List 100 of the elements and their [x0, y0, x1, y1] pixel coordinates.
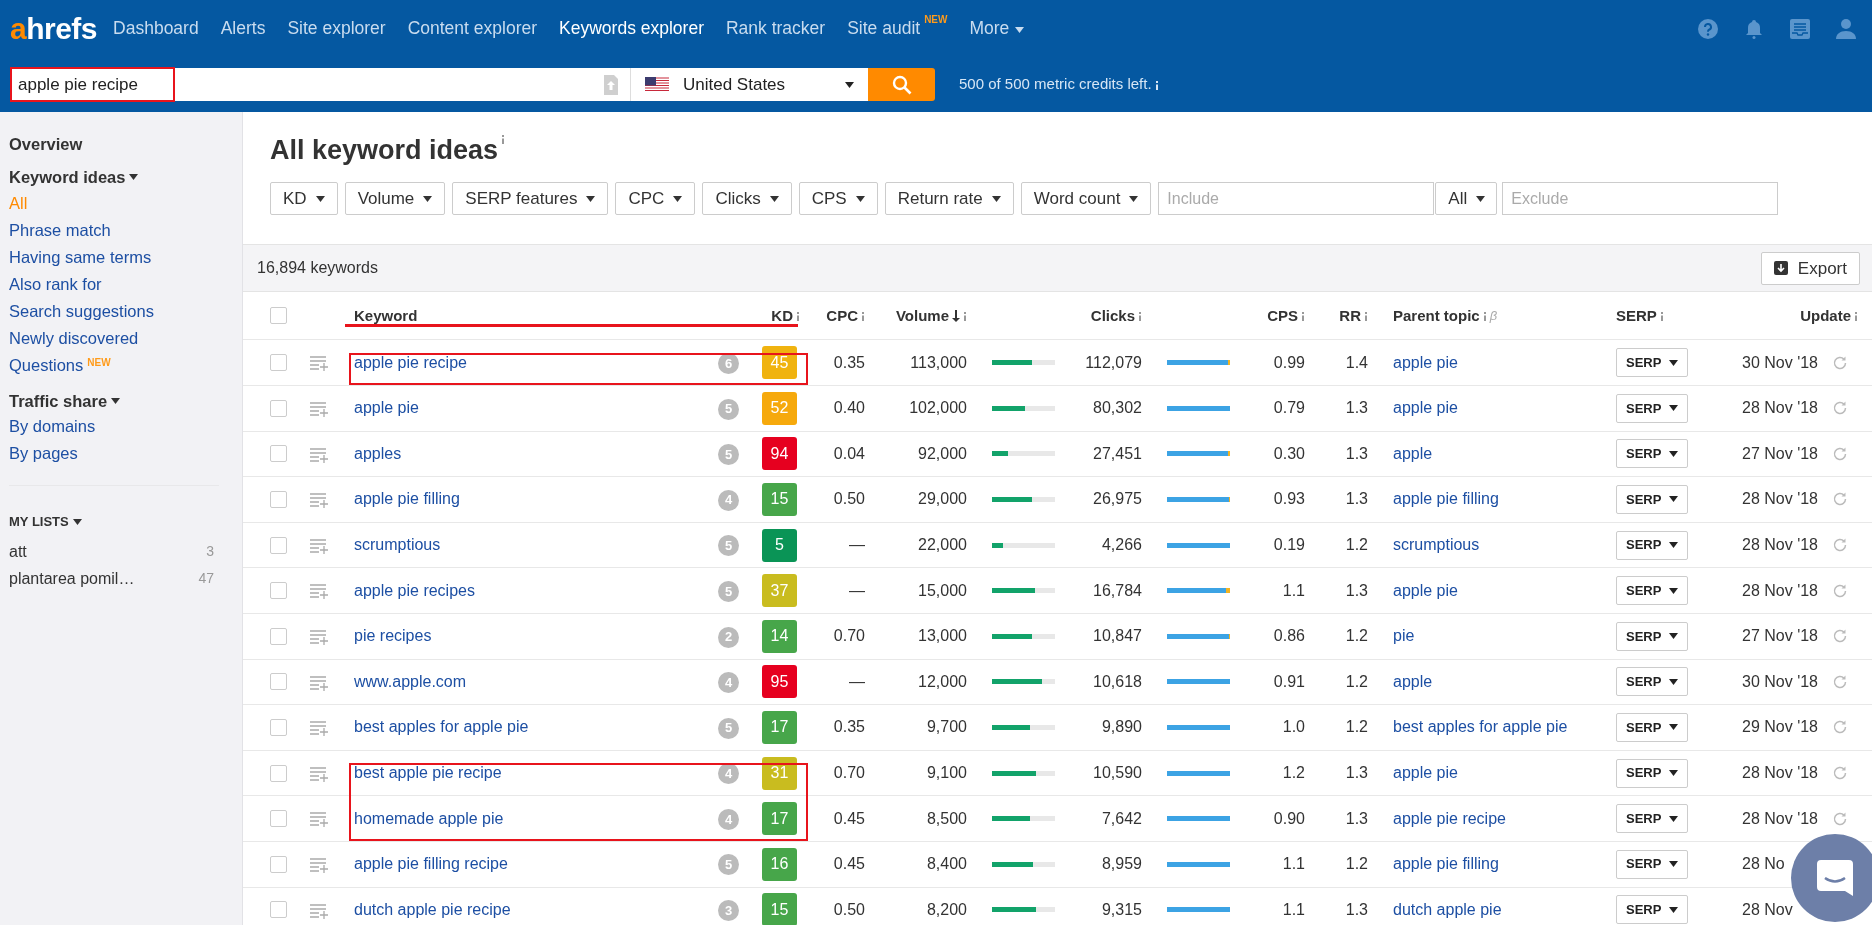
list-name[interactable]: att — [9, 537, 27, 565]
checkbox[interactable] — [270, 901, 287, 919]
add-to-list-icon[interactable] — [310, 765, 328, 782]
parent-topic-link[interactable]: pie — [1393, 627, 1415, 645]
add-to-list-icon[interactable] — [310, 446, 328, 463]
add-to-list-icon[interactable] — [310, 401, 328, 418]
column-header[interactable]: Keyword — [354, 304, 418, 328]
serp-button[interactable]: SERP — [1616, 439, 1689, 469]
serp-button[interactable]: SERP — [1616, 667, 1689, 697]
refresh-icon[interactable] — [1832, 628, 1848, 645]
refresh-icon[interactable] — [1832, 765, 1848, 782]
keyword-link[interactable]: apple pie filling — [354, 490, 460, 508]
sidebar-heading[interactable]: Traffic share — [9, 388, 121, 414]
serp-button[interactable]: SERP — [1616, 484, 1689, 514]
nav-link[interactable]: Site explorer — [287, 15, 386, 42]
refresh-icon[interactable] — [1832, 537, 1848, 554]
keyword-link[interactable]: dutch apple pie recipe — [354, 900, 511, 918]
serp-button[interactable]: SERP — [1616, 576, 1689, 606]
serp-button[interactable]: SERP — [1616, 348, 1689, 378]
column-header[interactable]: KD — [771, 304, 793, 328]
serp-button[interactable]: SERP — [1616, 393, 1689, 423]
list-name[interactable]: plantarea pomil… — [9, 564, 135, 592]
serp-button[interactable]: SERP — [1616, 621, 1689, 651]
serp-button[interactable]: SERP — [1616, 849, 1689, 879]
keyword-link[interactable]: scrumptious — [354, 536, 441, 554]
checkbox[interactable] — [270, 399, 287, 417]
serp-button[interactable]: SERP — [1616, 804, 1689, 834]
column-header[interactable]: RR — [1339, 304, 1361, 328]
refresh-icon[interactable] — [1832, 810, 1848, 827]
upload-icon[interactable] — [604, 75, 618, 95]
add-to-list-icon[interactable] — [310, 811, 328, 828]
add-to-list-icon[interactable] — [310, 674, 328, 691]
checkbox[interactable] — [270, 627, 287, 645]
sidebar-item[interactable]: Search suggestions — [9, 297, 154, 325]
serp-button[interactable]: SERP — [1616, 895, 1689, 925]
inbox-icon[interactable] — [1790, 18, 1810, 39]
logo[interactable]: ahrefs — [10, 13, 98, 44]
sidebar-item[interactable]: Newly discovered — [9, 324, 139, 352]
nav-link[interactable]: Site audit $^{NEW}$ — [847, 15, 948, 42]
filter-dropdown[interactable]: CPC — [615, 182, 696, 216]
parent-topic-link[interactable]: apple pie — [1393, 764, 1458, 782]
checkbox[interactable] — [270, 764, 287, 782]
keyword-link[interactable]: apple pie recipe — [354, 353, 467, 371]
filter-dropdown[interactable]: Return rate — [884, 182, 1014, 216]
checkbox[interactable] — [270, 582, 287, 600]
keyword-link[interactable]: best apples for apple pie — [354, 718, 529, 736]
refresh-icon[interactable] — [1832, 400, 1848, 417]
filter-dropdown[interactable]: Volume — [344, 182, 446, 216]
filter-dropdown[interactable]: SERP features — [452, 182, 609, 216]
checkbox[interactable] — [270, 718, 287, 736]
checkbox[interactable] — [270, 536, 287, 554]
column-header[interactable]: CPS — [1267, 304, 1298, 328]
refresh-icon[interactable] — [1832, 719, 1848, 736]
checkbox[interactable] — [270, 354, 287, 372]
add-to-list-icon[interactable] — [310, 583, 328, 600]
match-mode-dropdown[interactable]: All — [1435, 182, 1498, 216]
sidebar-item[interactable]: Having same terms — [9, 243, 152, 271]
bell-icon[interactable] — [1744, 18, 1764, 39]
nav-link[interactable]: Alerts — [220, 15, 266, 42]
filter-dropdown[interactable]: Clicks — [702, 182, 792, 216]
filter-dropdown[interactable]: CPS — [798, 182, 878, 216]
filter-dropdown[interactable]: KD — [270, 182, 338, 216]
column-header[interactable]: CPC — [826, 304, 858, 328]
column-header[interactable]: SERP — [1616, 304, 1657, 328]
add-to-list-icon[interactable] — [310, 492, 328, 509]
sidebar-item[interactable]: Also rank for — [9, 270, 102, 298]
add-to-list-icon[interactable] — [310, 537, 328, 554]
add-to-list-icon[interactable] — [310, 902, 328, 919]
search-button[interactable] — [868, 68, 935, 101]
parent-topic-link[interactable]: apple pie filling — [1393, 490, 1499, 508]
parent-topic-link[interactable]: apple pie — [1393, 399, 1458, 417]
country-select[interactable]: United States — [630, 68, 868, 101]
checkbox[interactable] — [270, 490, 287, 508]
sidebar-item[interactable]: By domains — [9, 413, 96, 441]
filter-dropdown[interactable]: Word count — [1020, 182, 1152, 216]
nav-link[interactable]: More — [969, 15, 1025, 42]
add-to-list-icon[interactable] — [310, 355, 328, 372]
exclude-field[interactable]: Exclude — [1502, 182, 1779, 216]
parent-topic-link[interactable]: apple pie — [1393, 353, 1458, 371]
keyword-link[interactable]: apples — [354, 444, 402, 462]
column-header[interactable]: Volume — [895, 304, 949, 328]
parent-topic-link[interactable]: apple pie — [1393, 581, 1458, 599]
keyword-link[interactable]: pie recipes — [354, 627, 432, 645]
include-field[interactable]: Include — [1158, 182, 1435, 216]
parent-topic-link[interactable]: best apples for apple pie — [1393, 718, 1568, 736]
parent-topic-link[interactable]: apple — [1393, 444, 1433, 462]
nav-link[interactable]: Dashboard — [113, 15, 199, 42]
refresh-icon[interactable] — [1832, 354, 1848, 371]
nav-link[interactable]: Rank tracker — [725, 15, 826, 42]
parent-topic-link[interactable]: apple pie recipe — [1393, 809, 1506, 827]
sidebar-item[interactable]: Phrase match — [9, 216, 111, 244]
help-icon[interactable] — [1698, 18, 1718, 39]
keyword-link[interactable]: best apple pie recipe — [354, 764, 502, 782]
sidebar-item[interactable]: By pages — [9, 440, 78, 468]
sidebar-item[interactable]: Questions $^{NEW}$ — [9, 351, 111, 379]
serp-button[interactable]: SERP — [1616, 758, 1689, 788]
checkbox[interactable] — [270, 855, 287, 873]
add-to-list-icon[interactable] — [310, 720, 328, 737]
parent-topic-link[interactable]: apple — [1393, 672, 1433, 690]
search-field[interactable]: apple pie recipe — [10, 68, 630, 101]
